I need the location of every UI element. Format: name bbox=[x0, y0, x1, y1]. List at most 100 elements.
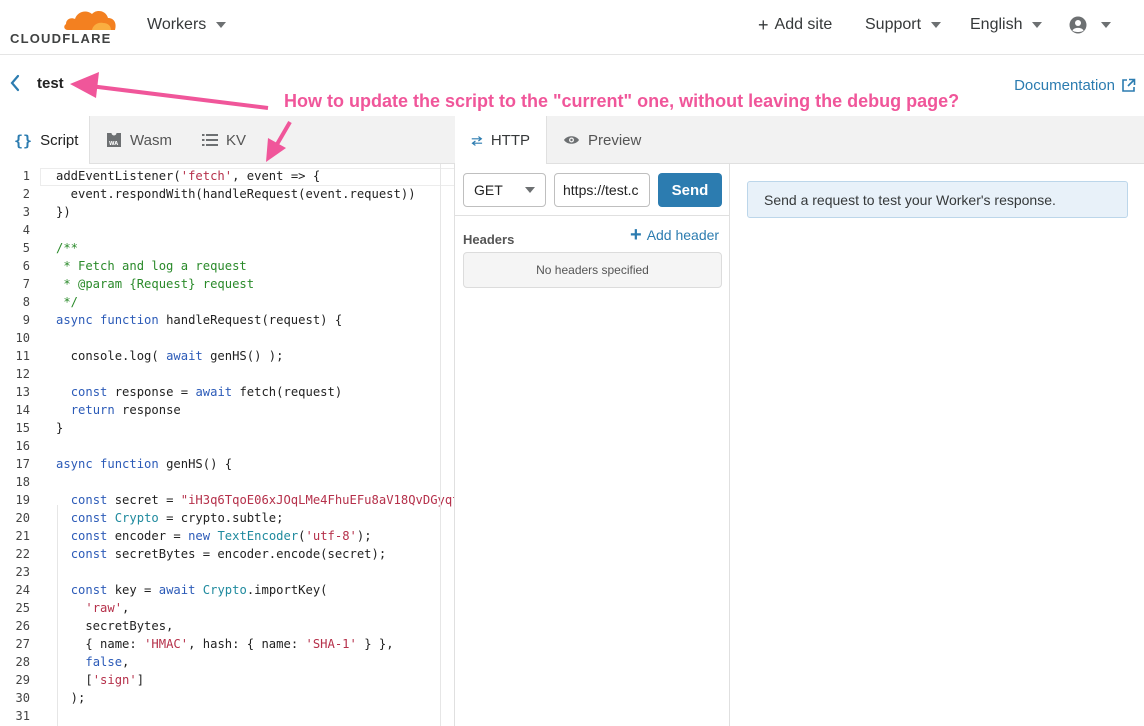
code-line: console.log( await genHS() ); bbox=[56, 349, 284, 363]
code-line: }) bbox=[56, 205, 71, 219]
code-line: const Crypto = crypto.subtle; bbox=[70, 511, 284, 525]
tab-script-label: Script bbox=[40, 132, 79, 149]
line-number: 20 bbox=[15, 511, 30, 525]
line-number: 2 bbox=[22, 187, 30, 201]
line-number: 26 bbox=[15, 619, 30, 633]
code-content[interactable]: addEventListener('fetch', event => { eve… bbox=[56, 164, 455, 726]
add-header-button[interactable]: + Add header bbox=[630, 224, 720, 246]
code-line: addEventListener('fetch', event => { bbox=[56, 169, 321, 183]
line-number: 23 bbox=[15, 565, 30, 579]
wasm-icon: WA bbox=[107, 133, 121, 147]
response-panel: Send a request to test your Worker's res… bbox=[730, 164, 1144, 726]
documentation-label: Documentation bbox=[1014, 77, 1115, 94]
line-number: 27 bbox=[15, 637, 30, 651]
request-panel: GET Send Headers + Add header No headers… bbox=[455, 164, 730, 726]
code-line: const encoder = new TextEncoder('utf-8')… bbox=[70, 529, 372, 543]
line-number: 15 bbox=[15, 421, 30, 435]
svg-text:WA: WA bbox=[109, 141, 118, 147]
support-dropdown[interactable]: Support bbox=[865, 16, 942, 34]
line-number: 5 bbox=[22, 241, 30, 255]
code-line: } bbox=[56, 421, 64, 435]
line-number: 16 bbox=[15, 439, 30, 453]
code-line: * @param {Request} request bbox=[56, 277, 255, 291]
documentation-link[interactable]: Documentation bbox=[1014, 77, 1136, 94]
add-header-label: Add header bbox=[646, 227, 720, 243]
line-number: 9 bbox=[22, 313, 30, 327]
tab-preview-label: Preview bbox=[588, 131, 642, 149]
code-line: * Fetch and log a request bbox=[56, 259, 247, 273]
code-line: return response bbox=[70, 403, 181, 417]
code-line: const secret = "iH3q6TqoE06xJOqLMe4FhuEF… bbox=[70, 493, 455, 507]
no-headers-box: No headers specified bbox=[463, 252, 722, 288]
line-number-gutter: 1 2 3 4 5 6 7 8 9 10 11 12 13 14 15 16 17 18 19 20 21 22 23 24 2… bbox=[0, 164, 40, 726]
editor-scrollbar[interactable] bbox=[440, 164, 441, 726]
code-line: event.respondWith(handleRequest(event.re… bbox=[56, 187, 416, 201]
send-button[interactable]: Send bbox=[658, 173, 722, 207]
line-number: 22 bbox=[15, 547, 30, 561]
workers-dropdown[interactable]: Workers bbox=[147, 16, 227, 34]
editor-tabs: {} Script WA Wasm KV bbox=[0, 116, 455, 165]
method-select[interactable]: GET bbox=[463, 173, 546, 207]
code-line: 'raw', bbox=[85, 601, 130, 615]
cloudflare-logo[interactable]: CLOUDFLARE bbox=[10, 6, 118, 46]
code-line: const secretBytes = encoder.encode(secre… bbox=[70, 547, 387, 561]
line-number: 28 bbox=[15, 655, 30, 669]
chevron-down-icon bbox=[1032, 22, 1043, 28]
line-number: 18 bbox=[15, 475, 30, 489]
code-editor[interactable]: 1 2 3 4 5 6 7 8 9 10 11 12 13 14 15 16 17 18 19 20 21 22 23 24 2… bbox=[0, 164, 455, 726]
script-title: test bbox=[37, 75, 64, 92]
external-link-icon bbox=[1122, 78, 1136, 92]
code-line: const response = await fetch(request) bbox=[70, 385, 343, 399]
line-number: 12 bbox=[15, 367, 30, 381]
line-number: 29 bbox=[15, 673, 30, 687]
chevron-down-icon bbox=[525, 187, 535, 193]
line-number: 31 bbox=[15, 709, 30, 723]
divider bbox=[455, 215, 730, 216]
line-number: 24 bbox=[15, 583, 30, 597]
line-number: 10 bbox=[15, 331, 30, 345]
code-line: { name: 'HMAC', hash: { name: 'SHA-1' } … bbox=[56, 637, 394, 651]
workers-label: Workers bbox=[147, 16, 207, 33]
line-number: 30 bbox=[15, 691, 30, 705]
tab-wasm[interactable]: WA Wasm bbox=[92, 116, 186, 164]
line-number: 14 bbox=[15, 403, 30, 417]
top-navigation: CLOUDFLARE Workers + Add site Support En… bbox=[0, 0, 1144, 55]
annotation-text: How to update the script to the "current… bbox=[284, 91, 960, 111]
line-number: 13 bbox=[15, 385, 30, 399]
line-number: 3 bbox=[22, 205, 30, 219]
tab-http[interactable]: HTTP bbox=[455, 116, 547, 165]
eye-icon bbox=[564, 136, 579, 144]
logo-wordmark: CLOUDFLARE bbox=[10, 31, 112, 46]
plus-icon: + bbox=[758, 15, 769, 35]
tab-script[interactable]: {} Script bbox=[0, 116, 90, 165]
line-number: 4 bbox=[22, 223, 30, 237]
language-dropdown[interactable]: English bbox=[970, 16, 1043, 34]
line-number: 17 bbox=[15, 457, 30, 471]
url-input[interactable] bbox=[554, 173, 650, 207]
tab-preview[interactable]: Preview bbox=[547, 116, 657, 164]
cloud-icon bbox=[64, 10, 116, 30]
plus-icon: + bbox=[630, 224, 642, 246]
back-arrow-icon[interactable] bbox=[8, 73, 22, 93]
headers-label: Headers bbox=[463, 232, 515, 247]
line-number: 1 bbox=[22, 169, 30, 183]
line-number: 21 bbox=[15, 529, 30, 543]
code-line: /** bbox=[56, 241, 79, 255]
add-site-button[interactable]: + Add site bbox=[758, 16, 832, 34]
braces-icon: {} bbox=[14, 131, 33, 150]
method-value: GET bbox=[474, 182, 503, 198]
tab-http-label: HTTP bbox=[490, 132, 530, 149]
user-menu[interactable] bbox=[1069, 16, 1111, 34]
code-line: secretBytes, bbox=[56, 619, 174, 633]
tab-kv-label: KV bbox=[226, 131, 247, 149]
line-number: 25 bbox=[15, 601, 30, 615]
line-number: 6 bbox=[22, 259, 30, 273]
support-label: Support bbox=[865, 16, 922, 33]
chevron-down-icon bbox=[216, 22, 227, 28]
user-avatar-icon bbox=[1069, 16, 1087, 34]
preview-tabs: HTTP Preview bbox=[455, 116, 1144, 165]
code-line: */ bbox=[56, 295, 79, 309]
list-icon bbox=[202, 134, 218, 146]
tab-kv[interactable]: KV bbox=[188, 116, 260, 164]
code-line: ['sign'] bbox=[56, 673, 145, 687]
